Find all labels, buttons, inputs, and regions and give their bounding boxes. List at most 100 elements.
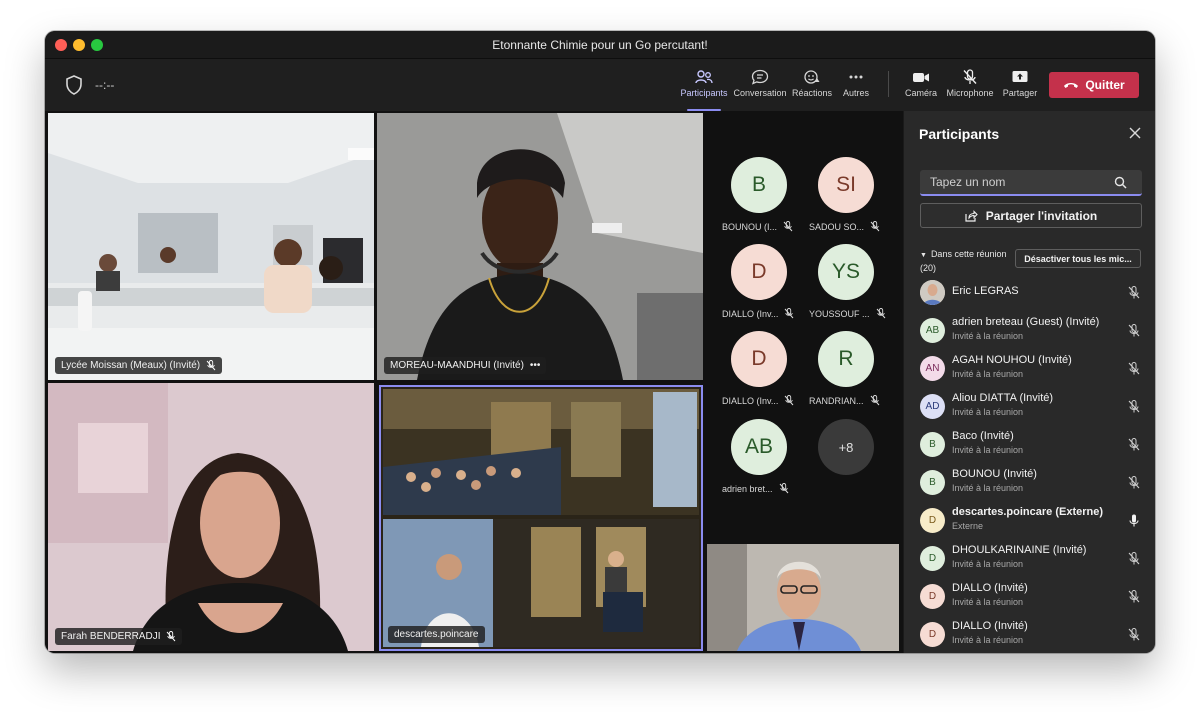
video-tile[interactable]	[707, 544, 899, 651]
participant-row[interactable]: D DIALLO (Invité) Invité à la réunion	[904, 577, 1155, 615]
participant-name: Farah BENDERRADJI	[61, 631, 161, 642]
participant-status: Invité à la réunion	[952, 635, 1024, 645]
participant-name: descartes.poincare	[394, 629, 479, 640]
avatar-name: SADOU SO...	[809, 221, 865, 232]
avatar-name: RANDRIAN...	[809, 395, 864, 406]
avatar-name: BOUNOU (I...	[722, 221, 778, 232]
participant-row[interactable]: AN AGAH NOUHOU (Invité) Invité à la réunio…	[904, 349, 1155, 387]
participant-avatar: AD	[920, 394, 945, 419]
participant-row[interactable]: B Baco (Invité) Invité à la réunion	[904, 425, 1155, 463]
tile-more-options[interactable]: •••	[530, 360, 541, 371]
people-icon	[695, 70, 713, 84]
microphone-button[interactable]: Microphone	[943, 67, 997, 107]
microphone-off-icon[interactable]	[1128, 400, 1140, 413]
microphone-icon[interactable]	[1128, 514, 1140, 527]
microphone-off-icon	[783, 221, 793, 232]
share-icon	[965, 209, 978, 222]
participant-row[interactable]: Eric LEGRAS	[904, 273, 1155, 311]
more-button[interactable]: Autres	[829, 67, 883, 107]
participant-status: Invité à la réunion	[952, 369, 1024, 379]
avatar-initials: B	[929, 439, 936, 450]
quit-label: Quitter	[1085, 78, 1125, 92]
participant-status: Invité à la réunion	[952, 597, 1024, 607]
section-header[interactable]: ▼ Dans cette réunion (20)	[920, 248, 1006, 274]
search-input[interactable]	[920, 175, 1110, 189]
search-box	[920, 170, 1142, 196]
participant-avatar: AN	[920, 356, 945, 381]
participant-avatar[interactable]: D	[731, 244, 787, 300]
conversation-label: Conversation	[733, 88, 787, 98]
participant-name: Lycée Moissan (Meaux) (Invité)	[61, 360, 201, 371]
microphone-off-icon[interactable]	[1128, 438, 1140, 451]
microphone-off-icon[interactable]	[1128, 362, 1140, 375]
participant-video	[707, 544, 899, 651]
microphone-off-icon[interactable]	[1128, 286, 1140, 299]
microphone-off-icon	[167, 631, 176, 642]
panel-title: Participants	[919, 126, 1000, 142]
participant-row[interactable]: AD Aliou DIATTA (Invité) Invité à la réuni…	[904, 387, 1155, 425]
participant-avatar: D	[920, 508, 945, 533]
microphone-off-icon	[870, 221, 880, 232]
toolbar-divider	[888, 71, 889, 97]
share-invitation-button[interactable]: Partager l'invitation	[920, 203, 1142, 228]
participants-button[interactable]: Participants	[677, 67, 731, 111]
microphone-off-icon[interactable]	[1128, 590, 1140, 603]
participant-avatar[interactable]: R	[818, 331, 874, 387]
participant-avatar: AB	[920, 318, 945, 343]
participant-name-label: descartes.poincare	[388, 626, 485, 643]
participant-row[interactable]: Ddescartes.poincare (Externe) Externe	[904, 501, 1155, 539]
participant-name: DIALLO (Invité)	[952, 620, 1028, 632]
participant-name-label: Lycée Moissan (Meaux) (Invité)	[55, 357, 223, 374]
participant-name: MOREAU-MAANDHUI (Invité)	[390, 360, 524, 371]
avatar-caption: RANDRIAN...	[809, 395, 880, 406]
avatar-initials: R	[838, 347, 854, 370]
search-icon[interactable]	[1114, 176, 1127, 189]
participant-row[interactable]: B BOUNOU (Invité) Invité à la réunion	[904, 463, 1155, 501]
participant-status: Invité à la réunion	[952, 445, 1024, 455]
avatar-name: DIALLO (Inv...	[722, 308, 779, 319]
teams-window: Etonnante Chimie pour un Go percutant! -…	[45, 31, 1155, 653]
avatar-initials: B	[929, 477, 936, 488]
participants-panel: Participants Partager l'invitation ▼Dans…	[903, 111, 1155, 653]
mute-all-button[interactable]: Désactiver tous les mic...	[1015, 249, 1141, 268]
caret-down-icon: ▼	[920, 252, 927, 259]
microphone-off-icon	[784, 308, 794, 319]
participant-row[interactable]: AB adrien breteau (Guest) (Invité) Invité …	[904, 311, 1155, 349]
participant-name: BOUNOU (Invité)	[952, 468, 1037, 480]
participant-row[interactable]: D DIALLO (Invité) Invité à la réunion	[904, 615, 1155, 653]
video-tile[interactable]: MOREAU-MAANDHUI (Invité) •••	[377, 113, 703, 380]
camera-button[interactable]: Caméra	[894, 67, 948, 107]
video-tile[interactable]: Farah BENDERRADJI	[48, 383, 374, 651]
participant-row[interactable]: D DHOULKARINAINE (Invité) Invité à la réun…	[904, 539, 1155, 577]
participant-avatar[interactable]: SI	[818, 157, 874, 213]
shield-icon[interactable]	[65, 75, 83, 95]
participant-status: Externe	[952, 521, 984, 531]
microphone-off-icon	[779, 483, 788, 494]
conversation-button[interactable]: Conversation	[733, 67, 787, 107]
overflow-participants-button[interactable]: +8	[818, 419, 874, 475]
participant-photo	[920, 280, 945, 305]
more-icon	[849, 75, 863, 79]
participant-status: Invité à la réunion	[952, 407, 1024, 417]
microphone-off-icon	[206, 360, 216, 371]
microphone-off-icon[interactable]	[1128, 628, 1140, 641]
share-button[interactable]: Partager	[993, 67, 1047, 107]
avatar-caption: DIALLO (Inv...	[722, 395, 794, 406]
participant-avatar[interactable]: YS	[818, 244, 874, 300]
participant-avatar[interactable]: D	[731, 331, 787, 387]
microphone-off-icon[interactable]	[1128, 476, 1140, 489]
leave-meeting-button[interactable]: Quitter	[1049, 72, 1139, 98]
video-tile[interactable]: Lycée Moissan (Meaux) (Invité)	[48, 113, 374, 380]
microphone-off-icon[interactable]	[1128, 552, 1140, 565]
participant-avatar[interactable]: B	[731, 157, 787, 213]
avatar-caption: YOUSSOUF ...	[809, 308, 886, 319]
meeting-timer: --:--	[95, 78, 115, 92]
microphone-off-icon[interactable]	[1128, 324, 1140, 337]
participant-avatar[interactable]: AB	[731, 419, 787, 475]
avatar-initials: D	[928, 629, 937, 640]
avatar-photo	[920, 280, 945, 305]
participant-name-label: MOREAU-MAANDHUI (Invité) •••	[384, 357, 547, 374]
close-icon[interactable]	[1129, 127, 1141, 139]
avatar-initials: B	[751, 173, 766, 196]
video-tile-active-speaker[interactable]: descartes.poincare	[379, 385, 703, 651]
